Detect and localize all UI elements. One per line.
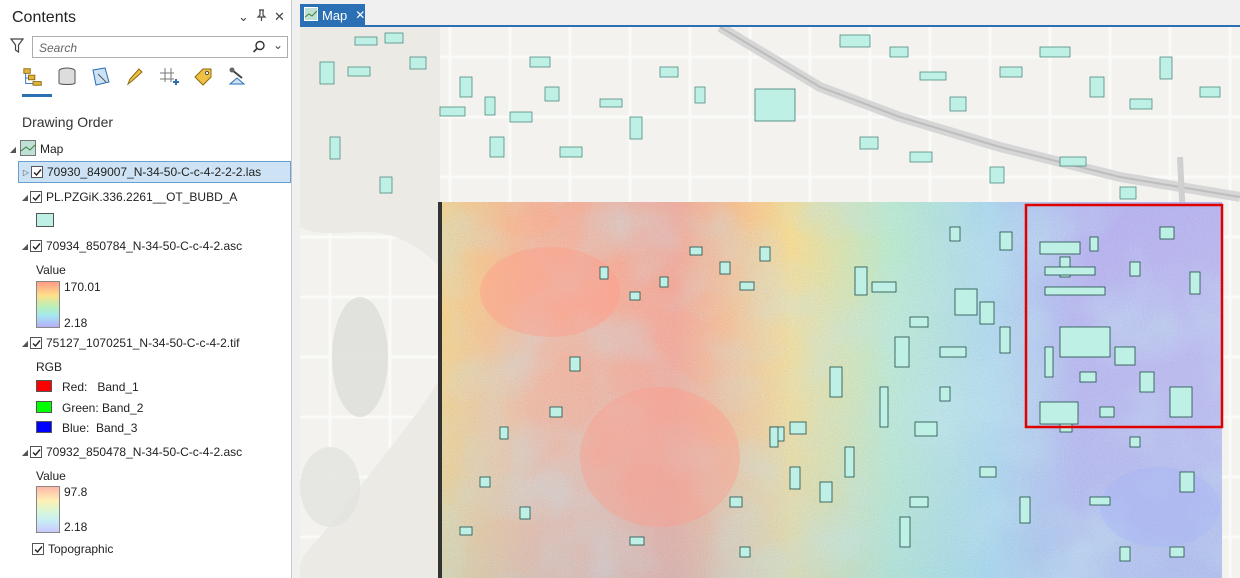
layer-las[interactable]: ▷ 70930_849007_N-34-50-C-c-4-2-2-2.las [18,161,291,183]
legend-title: RGB [36,360,63,374]
green-band-swatch[interactable] [36,401,52,413]
list-by-editing-icon[interactable] [124,66,146,88]
layer-visibility-checkbox[interactable] [30,446,42,458]
blue-band-swatch[interactable] [36,421,52,433]
collapse-arrow-icon[interactable]: ◢ [20,339,30,348]
section-title: Drawing Order [22,114,114,130]
close-tab-icon[interactable]: ✕ [355,8,365,22]
legend-title: Value [36,263,66,277]
active-tool-indicator [22,94,52,97]
map-icon [304,6,318,24]
collapse-arrow-icon[interactable]: ◢ [20,448,30,457]
layer-visibility-checkbox[interactable] [30,240,42,252]
building-fill-swatch[interactable] [36,213,54,227]
list-by-labeling-icon[interactable] [192,66,214,88]
legend-min: 2.18 [64,520,88,534]
red-band-label: Red: Band_1 [62,380,139,394]
collapse-arrow-icon[interactable]: ◢ [20,242,30,251]
tab-label: Map [322,7,348,23]
layer-buildings[interactable]: ◢ PL.PZGiK.336.2261__OT_BUBD_A [20,186,238,208]
layer-name: 70930_849007_N-34-50-C-c-4-2-2-2.las [47,165,262,179]
layer-name: 70934_850784_N-34-50-C-c-4-2.asc [46,239,243,253]
layer-visibility-checkbox[interactable] [32,543,44,555]
legend-min: 2.18 [64,316,88,330]
tab-map[interactable]: Map ✕ [300,4,365,26]
map-canvas[interactable] [300,27,1240,578]
pin-icon[interactable] [256,9,267,25]
contents-pane: Contents ⌄ ✕ ⌄ [0,0,292,578]
layer-visibility-checkbox[interactable] [31,166,43,178]
list-by-drawing-order-icon[interactable] [22,66,44,88]
search-options-chevron-icon[interactable]: ⌄ [273,38,283,52]
list-by-selection-icon[interactable] [90,66,112,88]
search-field[interactable]: ⌄ [32,36,288,58]
pane-title: Contents [12,9,77,26]
color-ramp-swatch[interactable] [36,486,60,533]
map-label: Map [40,142,64,156]
filter-icon[interactable] [9,38,25,57]
color-ramp-swatch[interactable] [36,281,60,328]
map-icon [20,139,36,159]
layer-asc1[interactable]: ◢ 70934_850784_N-34-50-C-c-4-2.asc [20,235,242,257]
green-band-label: Green: Band_2 [62,401,144,415]
expand-arrow-icon[interactable]: ▷ [21,168,31,177]
close-icon[interactable]: ✕ [274,9,285,25]
search-input[interactable] [37,39,251,57]
map-tab-strip: Map ✕ [292,0,1240,26]
layer-visibility-checkbox[interactable] [30,337,42,349]
layer-name: 75127_1070251_N-34-50-C-c-4-2.tif [46,336,240,350]
collapse-arrow-icon[interactable]: ◢ [20,193,30,202]
layer-asc2[interactable]: ◢ 70932_850478_N-34-50-C-c-4-2.asc [20,441,242,463]
layer-name: 70932_850478_N-34-50-C-c-4-2.asc [46,445,243,459]
layer-name: PL.PZGiK.336.2261__OT_BUBD_A [46,190,238,204]
pane-options-chevron-icon[interactable]: ⌄ [238,9,249,25]
list-by-source-icon[interactable] [56,66,78,88]
collapse-arrow-icon[interactable]: ◢ [8,145,18,154]
blue-band-label: Blue: Band_3 [62,421,138,435]
layer-name: Topographic [48,542,114,556]
tree-item-map[interactable]: ◢ Map [8,138,63,160]
legend-title: Value [36,469,66,483]
map-view[interactable] [300,27,1240,578]
list-by-perspective-icon[interactable] [226,66,248,88]
layer-visibility-checkbox[interactable] [30,191,42,203]
red-band-swatch[interactable] [36,380,52,392]
layer-topographic[interactable]: Topographic [32,538,113,560]
layer-tif[interactable]: ◢ 75127_1070251_N-34-50-C-c-4-2.tif [20,332,240,354]
legend-max: 97.8 [64,485,88,499]
list-by-snapping-icon[interactable] [158,66,180,88]
magnifier-icon[interactable] [252,40,266,57]
legend-max: 170.01 [64,280,101,294]
